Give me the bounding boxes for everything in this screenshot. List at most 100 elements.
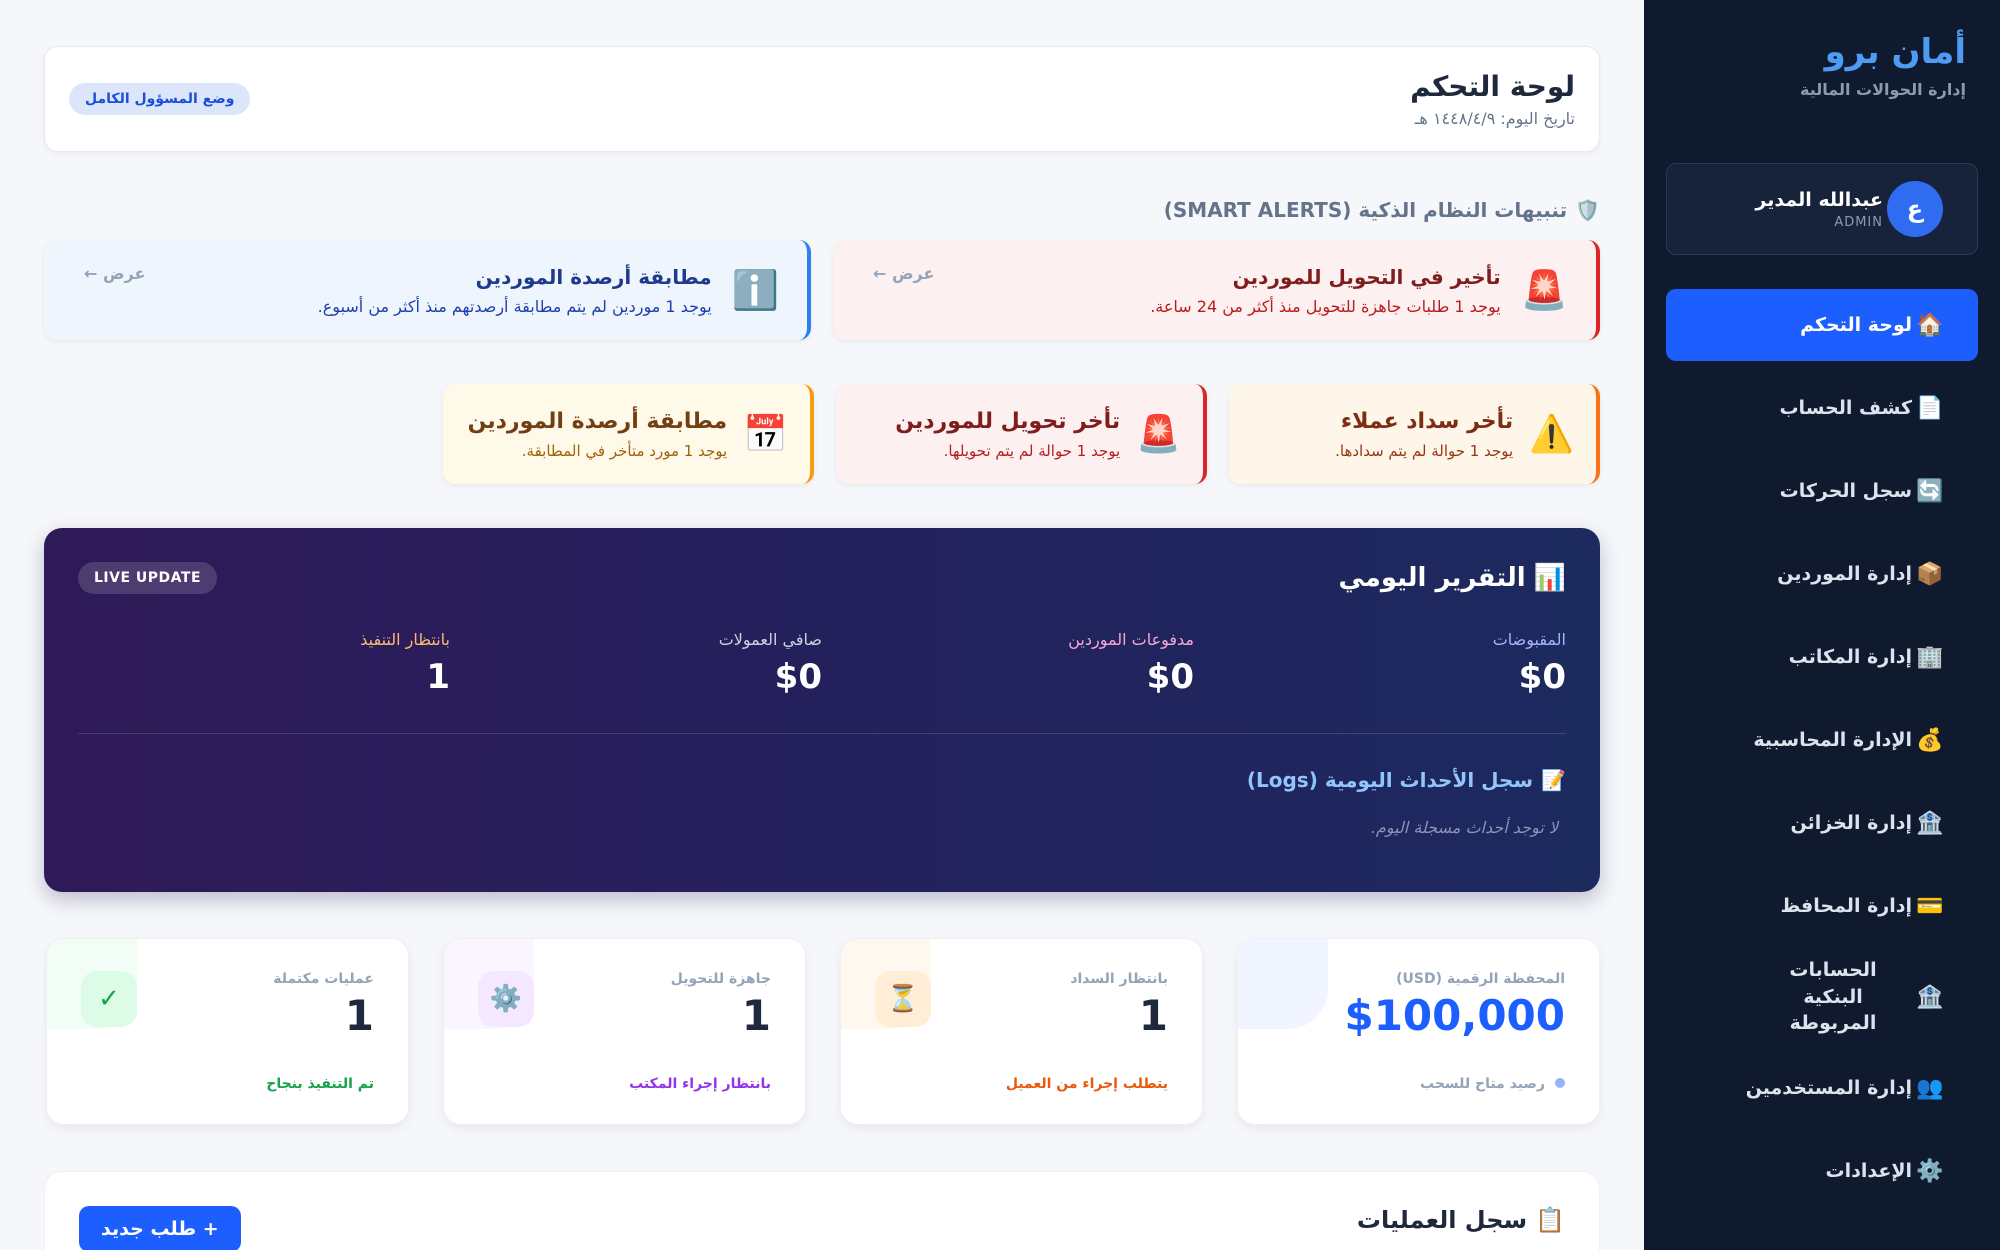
kpi-label: المحفظة الرقمية (USD) bbox=[1396, 971, 1565, 987]
user-role: ADMIN bbox=[1834, 214, 1883, 230]
sidebar: أمان برو إدارة الحوالات المالية ع عبدالل… bbox=[1644, 0, 2000, 1250]
daily-logs-title: سجل الأحداث اليومية (Logs) bbox=[1246, 768, 1534, 792]
stat-pending-execution: بانتظار التنفيذ 1 bbox=[78, 630, 450, 697]
alert-text: يوجد 1 حوالة لم يتم تحويلها. bbox=[943, 441, 1121, 460]
sidebar-item-linked-bank-accounts[interactable]: 🏦 الحسابات البنكية المربوطة bbox=[1666, 953, 1978, 1041]
alert-title: تأخر سداد عملاء bbox=[1340, 408, 1514, 434]
home-icon: 🏠 bbox=[1916, 312, 1944, 338]
page-title: لوحة التحكم bbox=[1410, 70, 1575, 103]
alert-client-payment-delay[interactable]: ⚠️ تأخر سداد عملاء يوجد 1 حوالة لم يتم س… bbox=[1229, 384, 1600, 484]
sidebar-item-suppliers[interactable]: 📦 إدارة الموردين bbox=[1666, 538, 1978, 610]
alert-supplier-balance-match[interactable]: 📅 مطابقة أرصدة الموردين يوجد 1 مورد متأخ… bbox=[443, 384, 814, 484]
stat-label: المقبوضات bbox=[1492, 630, 1566, 649]
package-icon: 📦 bbox=[1916, 561, 1944, 587]
kpi-label: جاهزة للتحويل bbox=[670, 971, 771, 987]
kpi-cards: المحفظة الرقمية (USD) $100,000 رصيد متاح… bbox=[44, 938, 1600, 1125]
alert-transfer-delay[interactable]: 🚨 تأخير في التحويل للموردين يوجد 1 طلبات… bbox=[833, 240, 1600, 340]
smart-alerts-title: تنبيهات النظام الذكية (SMART ALERTS) bbox=[1163, 198, 1568, 222]
sidebar-item-label: الحسابات البنكية المربوطة bbox=[1789, 959, 1877, 1035]
kpi-label: عمليات مكتملة bbox=[273, 971, 374, 987]
kpi-footer: تم التنفيذ بنجاح bbox=[266, 1076, 374, 1092]
kpi-value: 1 bbox=[344, 991, 374, 1040]
sidebar-item-users[interactable]: 👥 إدارة المستخدمين bbox=[1666, 1052, 1978, 1124]
memo-icon: 📝 bbox=[1541, 768, 1566, 792]
alert-supplier-transfer-delay[interactable]: 🚨 تأخر تحويل للموردين يوجد 1 حوالة لم يت… bbox=[836, 384, 1207, 484]
daily-stats: المقبوضات $0 مدفوعات الموردين $0 صافي ال… bbox=[78, 630, 1566, 697]
office-building-icon: 🏢 bbox=[1916, 644, 1944, 670]
sidebar-item-offices[interactable]: 🏢 إدارة المكاتب bbox=[1666, 621, 1978, 693]
bank-icon: 🏦 bbox=[1916, 810, 1944, 836]
sidebar-item-accounting[interactable]: 💰 الإدارة المحاسبية bbox=[1666, 704, 1978, 776]
divider bbox=[78, 733, 1566, 734]
stat-value: $0 bbox=[1146, 657, 1194, 697]
stat-supplier-payments: مدفوعات الموردين $0 bbox=[822, 630, 1194, 697]
clipboard-icon: 📋 bbox=[1535, 1206, 1565, 1234]
sidebar-item-dashboard[interactable]: 🏠 لوحة التحكم bbox=[1666, 289, 1978, 361]
brand: أمان برو إدارة الحوالات المالية bbox=[1666, 32, 1978, 99]
live-update-badge: LIVE UPDATE bbox=[78, 562, 218, 594]
sidebar-item-label: سجل الحركات bbox=[1779, 480, 1912, 502]
stat-value: $0 bbox=[1518, 657, 1566, 697]
daily-logs-empty: لا توجد أحداث مسجلة اليوم. bbox=[1370, 818, 1558, 837]
user-name: عبدالله المدير bbox=[1755, 188, 1883, 211]
alert-title: تأخر تحويل للموردين bbox=[895, 408, 1121, 434]
hourglass-icon: ⏳ bbox=[875, 971, 931, 1027]
sidebar-item-account-statement[interactable]: 📄 كشف الحساب bbox=[1666, 372, 1978, 444]
kpi-digital-wallet[interactable]: المحفظة الرقمية (USD) $100,000 رصيد متاح… bbox=[1237, 938, 1600, 1125]
info-icon: ℹ️ bbox=[731, 267, 779, 312]
kpi-ready-to-transfer[interactable]: جاهزة للتحويل 1 ⚙️ بانتظار إجراء المكتب bbox=[443, 938, 806, 1125]
kpi-value: $100,000 bbox=[1344, 991, 1565, 1040]
page-date: تاريخ اليوم: ١٤٤٨/٤/٩ هـ bbox=[1414, 109, 1575, 128]
siren-icon: 🚨 bbox=[1136, 414, 1181, 455]
gear-icon: ⚙️ bbox=[478, 971, 534, 1027]
sidebar-item-treasuries[interactable]: 🏦 إدارة الخزائن bbox=[1666, 787, 1978, 859]
kpi-completed-operations[interactable]: عمليات مكتملة 1 ✓ تم التنفيذ بنجاح bbox=[46, 938, 409, 1125]
daily-report-title: التقرير اليومي bbox=[1338, 563, 1526, 593]
alert-title: مطابقة أرصدة الموردين bbox=[475, 264, 712, 289]
alert-text: يوجد 1 مورد متأخر في المطابقة. bbox=[521, 441, 728, 460]
kpi-label: بانتظار السداد bbox=[1070, 971, 1168, 987]
dot-icon bbox=[1555, 1078, 1565, 1088]
alert-title: تأخير في التحويل للموردين bbox=[1232, 264, 1501, 289]
alert-supplier-reconciliation[interactable]: ℹ️ مطابقة أرصدة الموردين يوجد 1 موردين ل… bbox=[44, 240, 811, 340]
sidebar-item-label: إدارة الموردين bbox=[1777, 563, 1912, 585]
page-header: لوحة التحكم تاريخ اليوم: ١٤٤٨/٤/٩ هـ وضع… bbox=[44, 46, 1600, 152]
sidebar-item-label: إدارة المكاتب bbox=[1788, 646, 1912, 668]
document-icon: 📄 bbox=[1916, 395, 1944, 421]
calendar-icon: 📅 bbox=[743, 414, 788, 455]
sidebar-item-label: لوحة التحكم bbox=[1800, 314, 1912, 336]
alert-view-link[interactable]: عرض ← bbox=[84, 264, 145, 283]
alert-view-link[interactable]: عرض ← bbox=[873, 264, 934, 283]
avatar: ع bbox=[1887, 181, 1943, 237]
user-card[interactable]: ع عبدالله المدير ADMIN bbox=[1666, 163, 1978, 255]
stat-value: 1 bbox=[426, 657, 450, 697]
brand-title[interactable]: أمان برو bbox=[1678, 32, 1966, 72]
kpi-awaiting-payment[interactable]: بانتظار السداد 1 ⏳ يتطلب إجراء من العميل bbox=[840, 938, 1203, 1125]
sidebar-item-label: الإدارة المحاسبية bbox=[1753, 729, 1912, 751]
shield-icon: 🛡️ bbox=[1575, 198, 1600, 222]
stat-net-commissions: صافي العمولات $0 bbox=[450, 630, 822, 697]
alert-text: يوجد 1 موردين لم يتم مطابقة أرصدتهم منذ … bbox=[317, 296, 712, 316]
daily-logs-heading: 📝 سجل الأحداث اليومية (Logs) bbox=[78, 768, 1566, 792]
gear-icon: ⚙️ bbox=[1916, 1158, 1944, 1184]
kpi-footer-text: رصيد متاح للسحب bbox=[1420, 1076, 1545, 1092]
stat-label: بانتظار التنفيذ bbox=[360, 630, 450, 649]
alert-text: يوجد 1 طلبات جاهزة للتحويل منذ أكثر من 2… bbox=[1150, 296, 1501, 316]
new-request-button[interactable]: + طلب جديد bbox=[79, 1206, 241, 1250]
siren-icon: 🚨 bbox=[1520, 267, 1568, 312]
sidebar-item-label: إدارة المستخدمين bbox=[1745, 1077, 1912, 1099]
stat-label: صافي العمولات bbox=[718, 630, 822, 649]
check-icon: ✓ bbox=[81, 971, 137, 1027]
sidebar-item-wallets[interactable]: 💳 إدارة المحافظ bbox=[1666, 870, 1978, 942]
daily-report-heading: 📊 التقرير اليومي bbox=[1338, 563, 1566, 593]
main-content: لوحة التحكم تاريخ اليوم: ١٤٤٨/٤/٩ هـ وضع… bbox=[44, 0, 1600, 1250]
sidebar-item-transactions-log[interactable]: 🔄 سجل الحركات bbox=[1666, 455, 1978, 527]
stat-label: مدفوعات الموردين bbox=[1068, 630, 1194, 649]
sidebar-item-settings[interactable]: ⚙️ الإعدادات bbox=[1666, 1135, 1978, 1207]
kpi-value: 1 bbox=[1138, 991, 1168, 1040]
credit-card-icon: 💳 bbox=[1916, 893, 1944, 919]
alerts-row-primary: 🚨 تأخير في التحويل للموردين يوجد 1 طلبات… bbox=[44, 240, 1600, 340]
bar-chart-icon: 📊 bbox=[1533, 563, 1566, 593]
sidebar-item-label: كشف الحساب bbox=[1779, 397, 1912, 419]
sidebar-item-label: إدارة الخزائن bbox=[1790, 812, 1912, 834]
